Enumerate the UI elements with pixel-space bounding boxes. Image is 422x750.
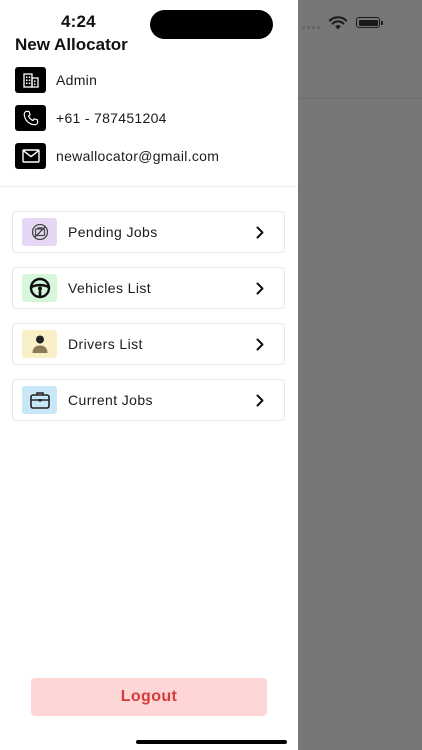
menu-label-current-jobs: Current Jobs xyxy=(68,392,153,408)
mail-icon xyxy=(15,143,46,169)
chevron-right-icon xyxy=(254,281,266,295)
wifi-icon xyxy=(328,16,348,30)
profile-phone: +61 - 787451204 xyxy=(56,110,167,126)
home-indicator xyxy=(136,740,287,744)
drawer-overlay-backdrop[interactable] xyxy=(298,0,422,750)
profile-divider xyxy=(0,186,298,187)
menu-label-drivers-list: Drivers List xyxy=(68,336,143,352)
menu-item-drivers-list[interactable]: Drivers List xyxy=(12,323,285,365)
dynamic-island xyxy=(150,10,273,39)
chevron-right-icon xyxy=(254,225,266,239)
status-time: 4:24 xyxy=(61,12,96,31)
menu-item-vehicles-list[interactable]: Vehicles List xyxy=(12,267,285,309)
side-drawer: 4:24 New Allocator Admin +61 - 787451204 xyxy=(0,0,298,750)
profile-email-row[interactable]: newallocator@gmail.com xyxy=(15,143,219,169)
pending-jobs-icon xyxy=(22,218,57,246)
menu-label-vehicles-list: Vehicles List xyxy=(68,280,152,296)
profile-email: newallocator@gmail.com xyxy=(56,148,220,164)
briefcase-icon xyxy=(22,386,57,414)
chevron-right-icon xyxy=(254,337,266,351)
steering-wheel-icon xyxy=(22,274,57,302)
backdrop-divider xyxy=(298,98,422,99)
profile-role-row: Admin xyxy=(15,67,97,93)
profile-name: New Allocator xyxy=(15,35,128,54)
phone-icon xyxy=(15,105,46,131)
menu-item-pending-jobs[interactable]: Pending Jobs xyxy=(12,211,285,253)
menu-label-pending-jobs: Pending Jobs xyxy=(68,224,158,240)
profile-phone-row[interactable]: +61 - 787451204 xyxy=(15,105,167,131)
profile-role: Admin xyxy=(56,72,98,88)
driver-icon xyxy=(22,330,57,358)
menu-item-current-jobs[interactable]: Current Jobs xyxy=(12,379,285,421)
chevron-right-icon xyxy=(254,393,266,407)
signal-dots-icon xyxy=(302,26,322,29)
battery-icon xyxy=(356,17,383,28)
building-icon xyxy=(15,67,46,93)
status-bar-right xyxy=(298,12,422,34)
logout-button[interactable]: Logout xyxy=(31,678,267,716)
